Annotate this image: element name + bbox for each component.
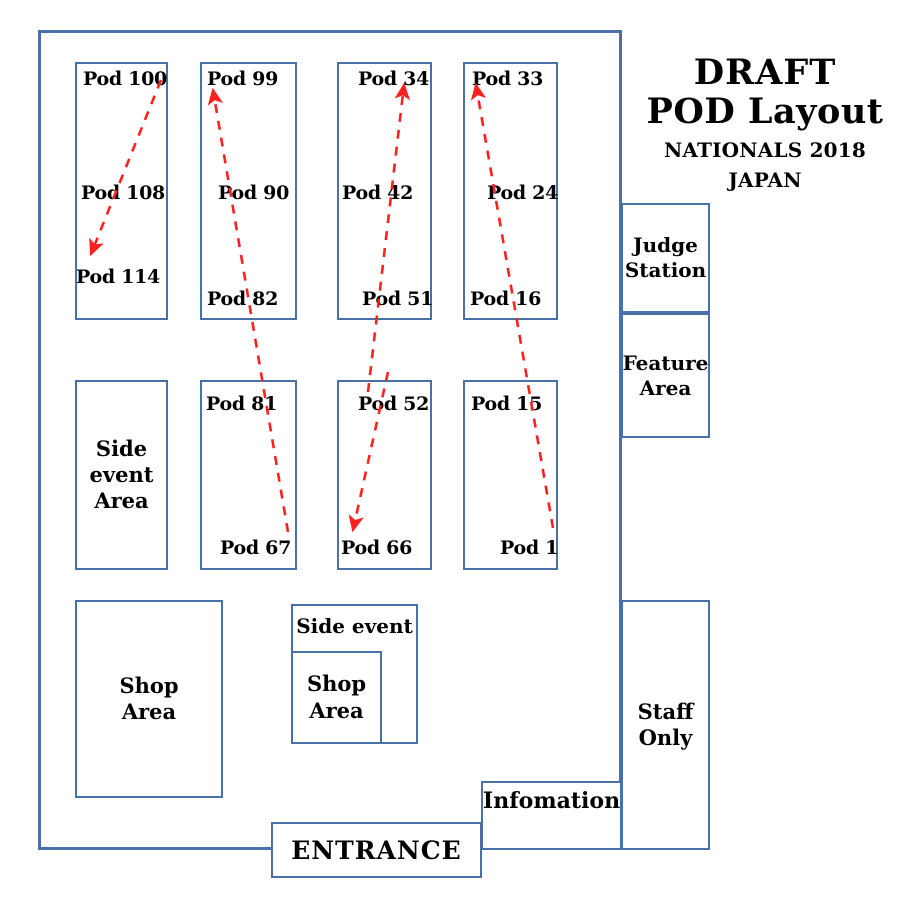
title-pod-layout: POD Layout bbox=[646, 90, 884, 132]
pod-label-51: Pod 51 bbox=[362, 288, 433, 310]
pod-label-82: Pod 82 bbox=[207, 288, 278, 310]
shop-area-small[interactable] bbox=[291, 651, 382, 744]
judge-station-area[interactable] bbox=[621, 203, 710, 313]
pod-label-67: Pod 67 bbox=[220, 537, 291, 559]
pod-label-16: Pod 16 bbox=[470, 288, 541, 310]
pod-label-100: Pod 100 bbox=[83, 68, 167, 90]
shop-area-large[interactable] bbox=[75, 600, 223, 798]
side-event-small-label: Side event bbox=[296, 614, 413, 638]
title-event-subtitle: NATIONALS 2018 JAPAN bbox=[663, 138, 867, 192]
pod-label-108: Pod 108 bbox=[81, 182, 165, 204]
pod-label-90: Pod 90 bbox=[218, 182, 289, 204]
title-block: DRAFT POD Layout NATIONALS 2018 JAPAN bbox=[640, 52, 890, 195]
pod-label-33: Pod 33 bbox=[472, 68, 543, 90]
pod-label-66: Pod 66 bbox=[341, 537, 412, 559]
pod-label-114: Pod 114 bbox=[76, 266, 160, 288]
staff-only-area[interactable] bbox=[621, 600, 710, 850]
pod-label-34: Pod 34 bbox=[358, 68, 429, 90]
pod-label-81: Pod 81 bbox=[206, 393, 277, 415]
pod-label-15: Pod 15 bbox=[471, 393, 542, 415]
pod-label-52: Pod 52 bbox=[358, 393, 429, 415]
pod-layout-floorplan: Pod 100 Pod 108 Pod 114 Pod 99 Pod 90 Po… bbox=[0, 0, 900, 900]
pod-label-1: Pod 1 bbox=[500, 537, 559, 559]
side-event-area[interactable] bbox=[75, 380, 168, 570]
pod-label-99: Pod 99 bbox=[207, 68, 278, 90]
feature-area[interactable] bbox=[621, 313, 710, 438]
entrance-label: ENTRANCE bbox=[291, 835, 462, 865]
pod-label-42: Pod 42 bbox=[342, 182, 413, 204]
information-label: Infomation bbox=[482, 788, 621, 814]
pod-label-24: Pod 24 bbox=[487, 182, 558, 204]
title-draft: DRAFT bbox=[693, 52, 837, 93]
